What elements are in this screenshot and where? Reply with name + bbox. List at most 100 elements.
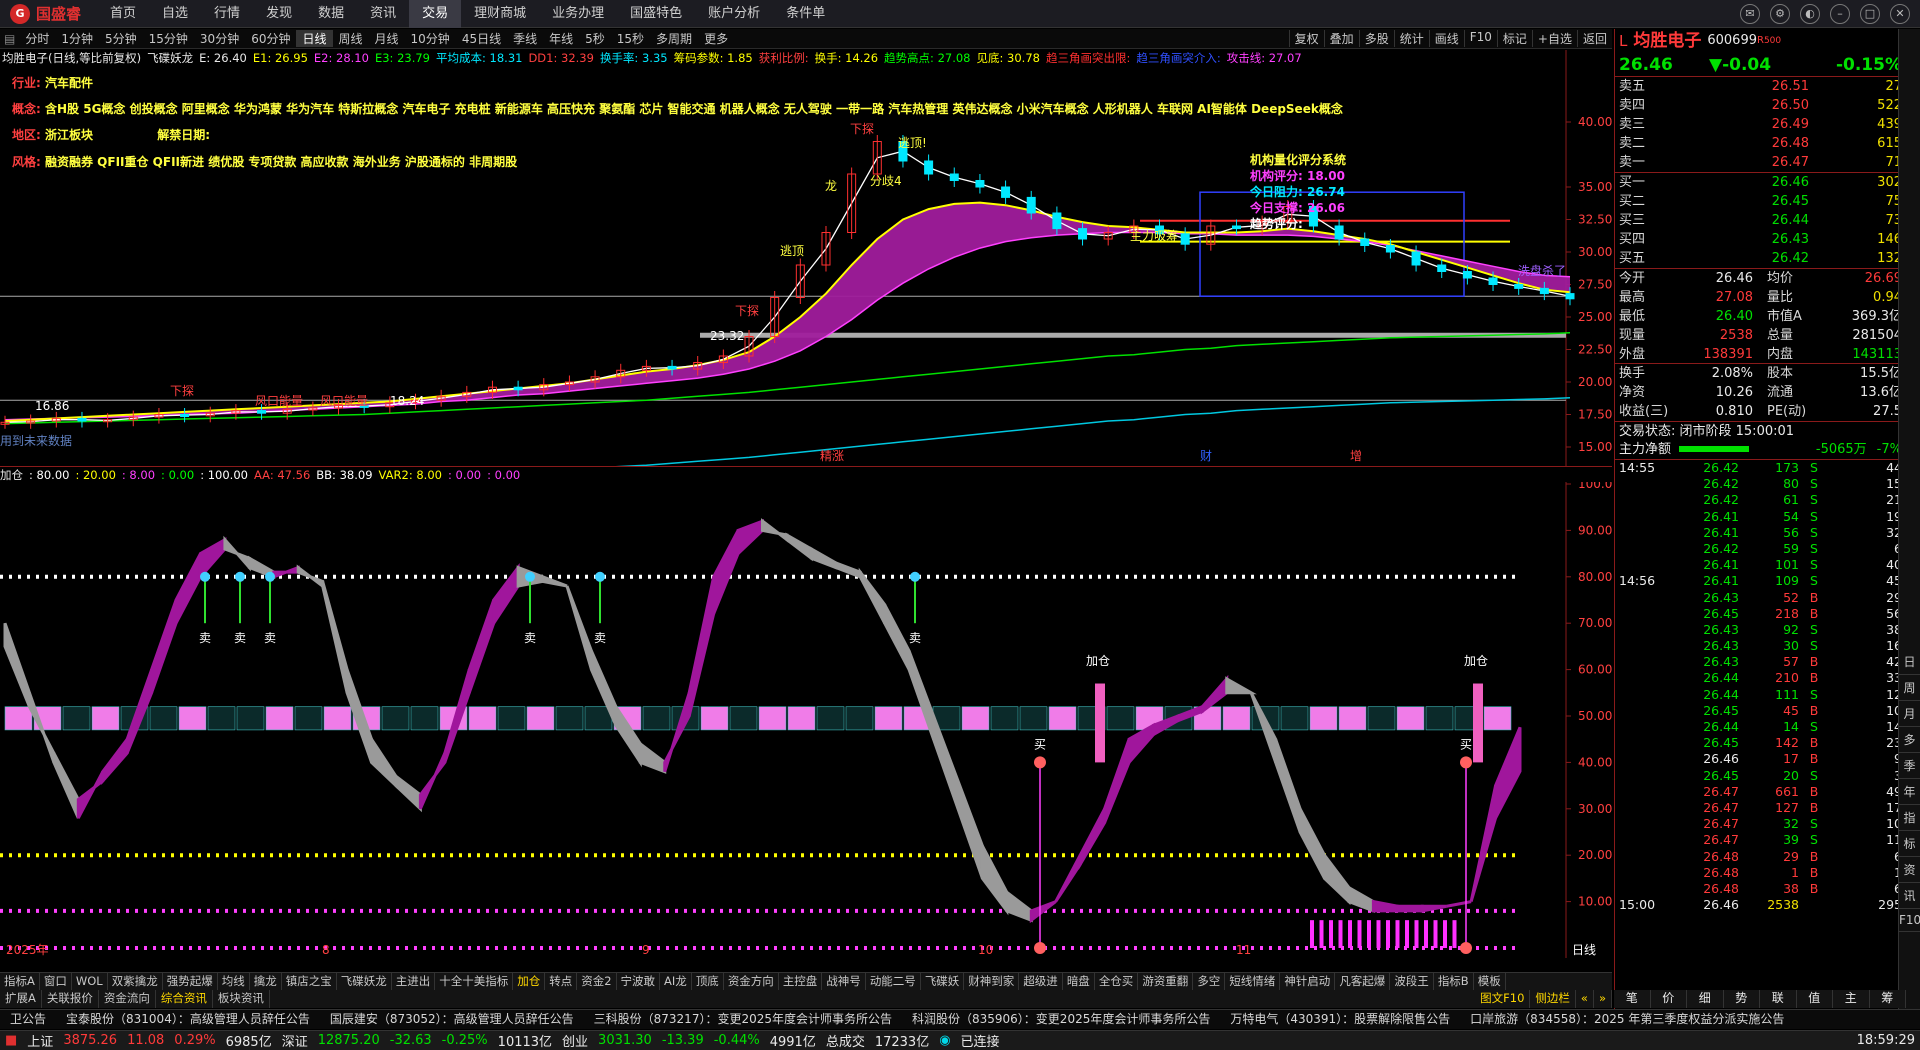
indicator-tab[interactable]: 凡客起爆 xyxy=(1335,973,1391,990)
period-tab[interactable]: 多周期 xyxy=(650,30,698,47)
indicator-tab[interactable]: 资金方向 xyxy=(724,973,779,990)
news-item[interactable]: 科润股份（835906）：变更2025年度会计师事务所公告 xyxy=(902,1010,1220,1029)
indicator-tab[interactable]: 暗盘 xyxy=(1063,973,1095,990)
news-item[interactable]: 卫公告 xyxy=(0,1010,56,1029)
settings-icon[interactable]: ⚙ xyxy=(1770,3,1790,24)
vertical-tab[interactable]: 月 xyxy=(1899,701,1920,727)
panel-toggle[interactable]: 侧边栏 xyxy=(1530,990,1576,1008)
indicator-tab[interactable]: 游资重翻 xyxy=(1138,973,1194,990)
chart-tool-button[interactable]: F10 xyxy=(1463,30,1497,47)
app-logo[interactable]: G 国盛睿 xyxy=(0,3,97,24)
menu-item[interactable]: 国盛特色 xyxy=(617,0,695,28)
quote-tab[interactable]: 价 xyxy=(1651,990,1687,1008)
news-item[interactable]: 万特电气（430391）：股票解除限售公告 xyxy=(1220,1010,1460,1029)
quote-tab[interactable]: 筹 xyxy=(1870,990,1906,1008)
news-item[interactable]: 三科股份（873217）：变更2025年度会计师事务所公告 xyxy=(584,1010,902,1029)
period-tab[interactable]: 1分钟 xyxy=(55,30,99,47)
indicator-tab[interactable]: 十全十美指标 xyxy=(435,973,514,990)
menu-item[interactable]: 业务办理 xyxy=(539,0,617,28)
vertical-tab[interactable]: 资 xyxy=(1899,857,1920,883)
menu-item[interactable]: 数据 xyxy=(305,0,357,28)
chart-tool-button[interactable]: 多股 xyxy=(1358,30,1394,47)
indicator-tab[interactable]: 宁波敢 xyxy=(617,973,661,990)
skin-icon[interactable]: ◐ xyxy=(1800,3,1820,24)
menu-item[interactable]: 发现 xyxy=(253,0,305,28)
vertical-tab[interactable]: 指 xyxy=(1899,805,1920,831)
indicator-tab[interactable]: 强势起爆 xyxy=(163,973,218,990)
menu-item[interactable]: 交易 xyxy=(409,0,462,28)
indicator-tab[interactable]: 全仓买 xyxy=(1095,973,1139,990)
vertical-tab[interactable]: 标 xyxy=(1899,831,1920,857)
extension-tab[interactable]: 综合资讯 xyxy=(156,990,213,1008)
split-icon[interactable]: ▤ xyxy=(0,32,19,46)
quote-tab[interactable]: 联 xyxy=(1760,990,1797,1008)
indicator-tab[interactable]: 财神到家 xyxy=(964,973,1020,990)
indicator-tab[interactable]: 镇店之宝 xyxy=(282,973,337,990)
indicator-tab[interactable]: 飞碟妖 xyxy=(921,973,965,990)
indicator-tab[interactable]: 主控盘 xyxy=(779,973,823,990)
vertical-tab[interactable]: 日 xyxy=(1899,649,1920,675)
menu-item[interactable]: 行情 xyxy=(201,0,253,28)
vertical-tab[interactable]: 讯 xyxy=(1899,883,1920,909)
indicator-tab[interactable]: 飞碟妖龙 xyxy=(337,973,392,990)
indicator-tab[interactable]: 窗口 xyxy=(40,973,72,990)
indicator-tab[interactable]: 模板 xyxy=(1474,973,1506,990)
message-icon[interactable]: ✉ xyxy=(1740,3,1760,24)
period-tab[interactable]: 季线 xyxy=(507,30,543,47)
vertical-tab[interactable]: 多 xyxy=(1899,727,1920,753)
chart-tool-button[interactable]: 复权 xyxy=(1288,30,1324,47)
indicator-tab[interactable]: 加仓 xyxy=(513,973,546,990)
indicator-tab[interactable]: 神针启动 xyxy=(1280,973,1336,990)
extension-tab[interactable]: 扩展A xyxy=(0,990,42,1008)
period-tab[interactable]: 分时 xyxy=(19,30,55,47)
quote-tab[interactable]: 主 xyxy=(1833,990,1870,1008)
indicator-tab[interactable]: 主进出 xyxy=(392,973,436,990)
quote-tab[interactable]: 势 xyxy=(1724,990,1760,1008)
vertical-tab[interactable]: F10 xyxy=(1899,909,1920,932)
menu-item[interactable]: 理财商城 xyxy=(461,0,539,28)
extension-tab[interactable]: 资金流向 xyxy=(99,990,156,1008)
chart-tool-button[interactable]: 返回 xyxy=(1576,30,1612,47)
indicator-tab[interactable]: 多空 xyxy=(1193,973,1226,990)
indicator-tab[interactable]: 均线 xyxy=(218,973,250,990)
chart-tool-button[interactable]: 标记 xyxy=(1496,30,1532,47)
period-tab[interactable]: 15秒 xyxy=(611,30,650,47)
quote-tab[interactable]: 笔 xyxy=(1614,990,1651,1008)
indicator-tab[interactable]: 资金2 xyxy=(577,973,617,990)
menu-item[interactable]: 资讯 xyxy=(357,0,409,28)
period-tab[interactable]: 日线 xyxy=(296,30,333,47)
chart-tool-button[interactable]: 叠加 xyxy=(1323,30,1359,47)
period-tab[interactable]: 45日线 xyxy=(456,30,507,47)
extension-tab[interactable]: 关联报价 xyxy=(42,990,99,1008)
indicator-tab[interactable]: 战神号 xyxy=(822,973,866,990)
chart-tool-button[interactable]: 统计 xyxy=(1393,30,1429,47)
panel-toggle[interactable]: « xyxy=(1576,990,1594,1008)
indicator-tab[interactable]: 指标A xyxy=(0,973,40,990)
panel-toggle[interactable]: » xyxy=(1594,990,1612,1008)
quote-tab[interactable]: 值 xyxy=(1797,990,1833,1008)
vertical-tab[interactable]: 年 xyxy=(1899,779,1920,805)
period-tab[interactable]: 5秒 xyxy=(579,30,611,47)
news-item[interactable]: 宝泰股份（831004）：高级管理人员辞任公告 xyxy=(56,1010,320,1029)
minimize-icon[interactable]: – xyxy=(1830,3,1850,24)
panel-toggle[interactable]: 图文F10 xyxy=(1475,990,1531,1008)
vertical-tab[interactable]: 周 xyxy=(1899,675,1920,701)
indicator-tab[interactable]: 顶底 xyxy=(692,973,724,990)
period-tab[interactable]: 15分钟 xyxy=(143,30,194,47)
menu-item[interactable]: 条件单 xyxy=(773,0,838,28)
menu-item[interactable]: 自选 xyxy=(149,0,201,28)
period-tab[interactable]: 年线 xyxy=(543,30,579,47)
vertical-tab[interactable]: 季 xyxy=(1899,753,1920,779)
period-tab[interactable]: 10分钟 xyxy=(405,30,456,47)
period-tab[interactable]: 5分钟 xyxy=(99,30,143,47)
close-icon[interactable]: ✕ xyxy=(1890,3,1910,24)
news-item[interactable]: 口岸旅游（834558）：2025 年第三季度权益分派实施公告 xyxy=(1460,1010,1794,1029)
period-tab[interactable]: 月线 xyxy=(369,30,405,47)
indicator-tab[interactable]: 指标B xyxy=(1434,973,1474,990)
sub-indicator-chart[interactable]: 100.0 90.00 80.00 70.00 60.00 50.00 40.00 30.00… xyxy=(0,482,1612,958)
indicator-tab[interactable]: 波段王 xyxy=(1390,973,1434,990)
indicator-tab[interactable]: 短线情绪 xyxy=(1225,973,1281,990)
menu-item[interactable]: 首页 xyxy=(97,0,149,28)
indicator-tab[interactable]: 转点 xyxy=(545,973,578,990)
indicator-tab[interactable]: 擒龙 xyxy=(250,973,282,990)
